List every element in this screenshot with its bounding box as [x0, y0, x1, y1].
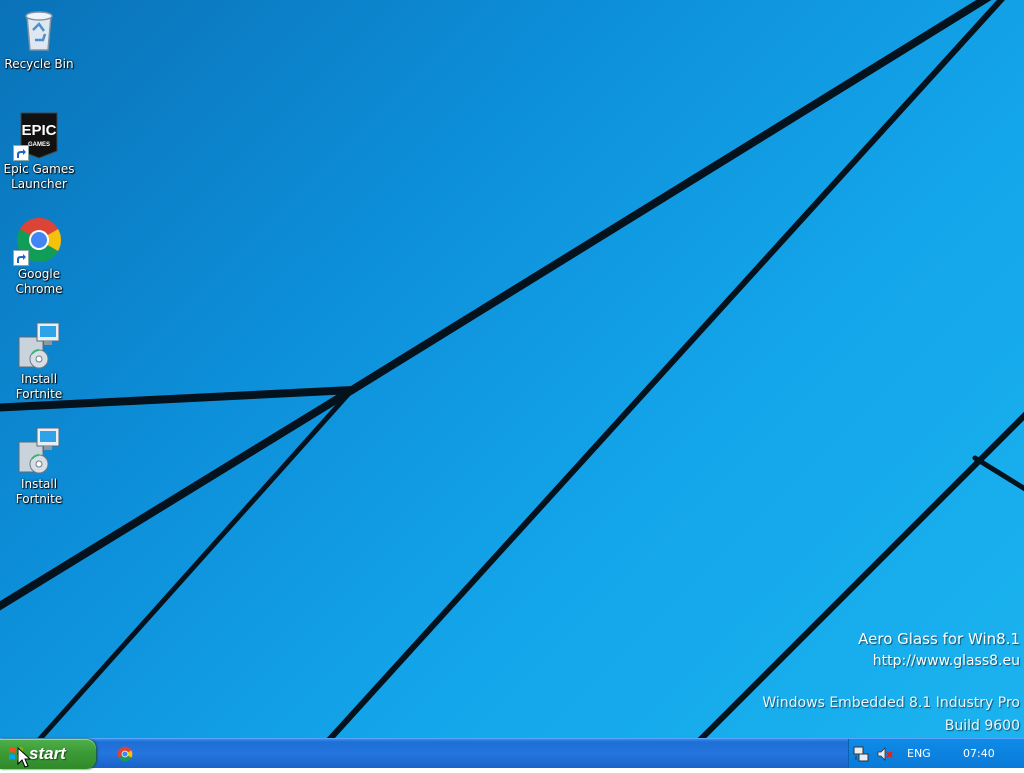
shortcut-arrow-icon — [13, 145, 29, 161]
start-button-label: start — [29, 744, 66, 763]
windows-build-watermark: Build 9600 — [944, 718, 1020, 734]
desktop-icon-google-chrome[interactable]: Google Chrome — [1, 216, 77, 297]
taskbar: start ENG 07:40 — [0, 738, 1024, 769]
network-icon[interactable] — [853, 746, 869, 762]
start-button[interactable]: start — [0, 739, 96, 769]
epic-logo-text: EPIC — [21, 122, 56, 139]
desktop-icon-install-fortnite[interactable]: Install Fortnite — [1, 426, 77, 507]
aero-glass-watermark-url: http://www.glass8.eu — [872, 653, 1020, 669]
aero-glass-watermark-title: Aero Glass for Win8.1 — [858, 630, 1020, 648]
language-indicator[interactable]: ENG — [907, 747, 931, 760]
mouse-cursor-icon — [17, 746, 32, 769]
desktop-icon-label: Recycle Bin — [4, 57, 74, 71]
epic-logo-subtext: GAMES — [28, 142, 50, 148]
installer-icon — [15, 426, 63, 474]
recycle-bin-icon — [15, 6, 63, 54]
desktop-icon-label: Google Chrome — [15, 267, 63, 296]
taskbar-pinned-chrome[interactable] — [112, 744, 138, 764]
system-tray: ENG 07:40 — [848, 739, 1024, 768]
desktop-icon-epic-games-launcher[interactable]: EPIC GAMES Epic Games Launcher — [1, 111, 77, 192]
clock[interactable]: 07:40 — [963, 747, 995, 760]
chrome-icon — [13, 216, 63, 266]
desktop-icon-label: Epic Games Launcher — [3, 162, 75, 191]
desktop-icon-install-fortnite[interactable]: Install Fortnite — [1, 321, 77, 402]
desktop-icon-label: Install Fortnite — [15, 372, 63, 401]
windows-edition-watermark: Windows Embedded 8.1 Industry Pro — [762, 695, 1020, 711]
epic-games-icon: EPIC GAMES — [13, 111, 63, 161]
desktop-icon-recycle-bin[interactable]: Recycle Bin — [1, 6, 77, 72]
wallpaper-lines — [0, 0, 1024, 738]
chrome-icon — [117, 746, 133, 762]
desktop-icon-label: Install Fortnite — [15, 477, 63, 506]
installer-icon — [15, 321, 63, 369]
shortcut-arrow-icon — [13, 250, 29, 266]
volume-muted-icon[interactable] — [877, 746, 893, 762]
desktop[interactable]: Recycle Bin EPIC GAMES Epic Games Launch… — [0, 0, 1024, 738]
